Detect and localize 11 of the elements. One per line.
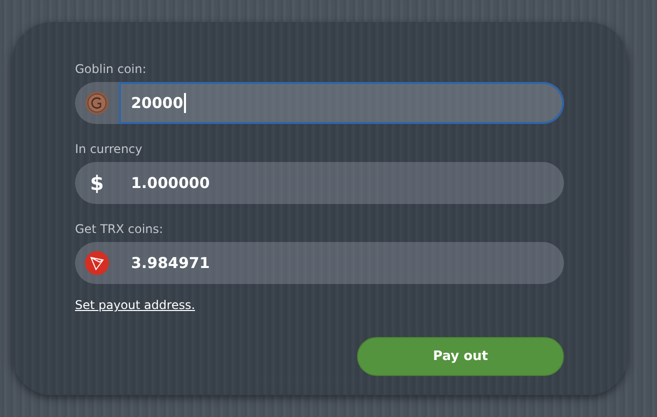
dollar-sign: $ <box>90 171 104 195</box>
input-field[interactable]: 3.984971 <box>75 242 564 284</box>
input-field[interactable]: 20000 <box>75 82 564 124</box>
coin-icon <box>85 91 109 115</box>
field-label: Get TRX coins: <box>75 222 164 237</box>
field-label: Goblin coin: <box>75 62 148 77</box>
input-field[interactable]: $ 1.000000 <box>75 162 564 204</box>
field-label: In currency <box>75 142 144 157</box>
triangle-logo-icon <box>85 251 109 275</box>
payout-address-link[interactable]: Set payout address. <box>75 298 196 312</box>
pay-out-button[interactable]: Pay out <box>357 337 564 376</box>
